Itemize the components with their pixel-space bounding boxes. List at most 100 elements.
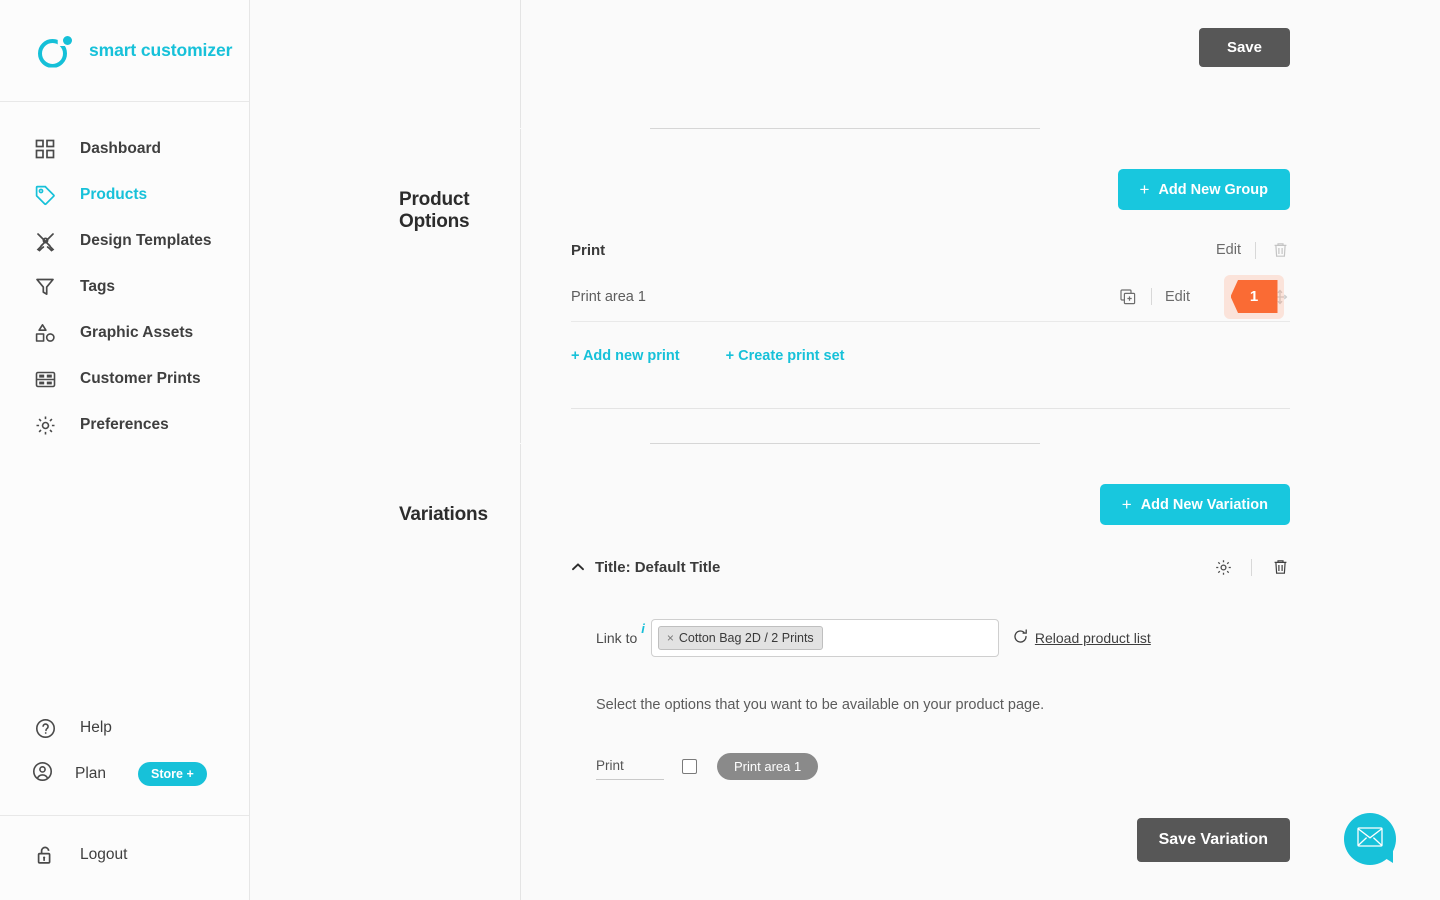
sidebar-footer: Help Plan Store + Logout bbox=[0, 705, 249, 900]
design-tools-icon bbox=[32, 228, 58, 254]
main-content: Save Product Options + Add New Group Pri… bbox=[250, 0, 1440, 900]
save-variation-row: Save Variation bbox=[571, 818, 1290, 862]
save-button[interactable]: Save bbox=[1198, 28, 1290, 67]
remove-tag-icon[interactable]: × bbox=[667, 631, 674, 645]
top-save-strip: Save bbox=[250, 0, 1440, 128]
reload-product-list-link[interactable]: Reload product list bbox=[1013, 629, 1151, 647]
variation-option-group-label: Print bbox=[596, 758, 664, 780]
link-to-row: Link to i × Cotton Bag 2D / 2 Prints Rel… bbox=[571, 619, 1290, 657]
sidebar-item-label: Customer Prints bbox=[80, 370, 201, 387]
plan-label: Plan bbox=[75, 765, 107, 782]
save-variation-button[interactable]: Save Variation bbox=[1136, 818, 1290, 862]
sidebar-item-plan[interactable]: Plan Store + bbox=[0, 751, 249, 797]
sidebar-item-customer-prints[interactable]: Customer Prints bbox=[0, 356, 249, 402]
gear-icon bbox=[32, 412, 58, 438]
edit-group-link[interactable]: Edit bbox=[1216, 242, 1241, 258]
chat-widget-button[interactable] bbox=[1344, 813, 1396, 865]
chevron-up-icon[interactable] bbox=[571, 560, 585, 574]
info-icon[interactable]: i bbox=[641, 621, 645, 636]
app-root: smart customizer Dashboard Products Desi… bbox=[0, 0, 1440, 900]
variation-option-checkbox[interactable] bbox=[682, 759, 697, 774]
product-options-section: Product Options + Add New Group Print Ed… bbox=[250, 129, 1440, 443]
sidebar-item-preferences[interactable]: Preferences bbox=[0, 402, 249, 448]
sidebar-item-label: Tags bbox=[80, 278, 116, 295]
unlock-icon bbox=[32, 842, 58, 868]
variation-header: Title: Default Title bbox=[571, 557, 1290, 577]
print-area-row: Print area 1 Edit 1 bbox=[571, 272, 1290, 322]
print-area-name: Print area 1 bbox=[571, 288, 646, 305]
add-variation-row: + Add New Variation bbox=[571, 444, 1290, 525]
add-new-variation-label: Add New Variation bbox=[1140, 496, 1268, 513]
badge-count: 1 bbox=[1249, 288, 1259, 305]
variation-title: Title: Default Title bbox=[595, 558, 721, 576]
page-title-variations: Variations bbox=[399, 504, 488, 525]
sidebar-item-label: Graphic Assets bbox=[80, 324, 194, 341]
trash-icon[interactable] bbox=[1270, 557, 1290, 577]
create-print-set-link[interactable]: + Create print set bbox=[726, 348, 845, 364]
sidebar-item-help[interactable]: Help bbox=[0, 705, 249, 751]
action-divider bbox=[1255, 241, 1256, 259]
plus-icon: + bbox=[1139, 180, 1150, 199]
trash-icon[interactable] bbox=[1270, 240, 1290, 260]
brand-header[interactable]: smart customizer bbox=[0, 0, 249, 102]
refresh-icon bbox=[1013, 629, 1028, 647]
add-new-group-label: Add New Group bbox=[1158, 181, 1268, 198]
add-group-row: + Add New Group bbox=[571, 129, 1290, 210]
store-upgrade-button[interactable]: Store + bbox=[138, 762, 207, 786]
variation-actions bbox=[1213, 557, 1290, 577]
sidebar-item-products[interactable]: Products bbox=[0, 172, 249, 218]
product-tag-label: Cotton Bag 2D / 2 Prints bbox=[678, 631, 814, 645]
print-links-row: + Add new print + Create print set bbox=[571, 322, 1290, 404]
user-circle-icon bbox=[32, 761, 53, 787]
add-new-print-link[interactable]: + Add new print bbox=[571, 348, 680, 364]
sidebar-item-graphic-assets[interactable]: Graphic Assets bbox=[0, 310, 249, 356]
product-options-body: + Add New Group Print Edit Print area 1 … bbox=[520, 129, 1440, 443]
badge-shape: 1 bbox=[1230, 280, 1278, 313]
option-group-header: Print Edit bbox=[571, 240, 1290, 272]
sidebar-item-label: Help bbox=[80, 719, 112, 736]
logout-wrap: Logout bbox=[0, 832, 249, 900]
brand-name: smart customizer bbox=[89, 40, 233, 60]
product-tag-chip[interactable]: × Cotton Bag 2D / 2 Prints bbox=[657, 626, 823, 650]
top-strip-right: Save bbox=[520, 0, 1440, 128]
action-divider bbox=[1151, 288, 1152, 305]
variation-option-pill[interactable]: Print area 1 bbox=[717, 753, 819, 780]
sidebar-item-label: Dashboard bbox=[80, 140, 161, 157]
sidebar-divider bbox=[0, 815, 249, 816]
sidebar-item-design-templates[interactable]: Design Templates bbox=[0, 218, 249, 264]
sidebar: smart customizer Dashboard Products Desi… bbox=[0, 0, 250, 900]
sidebar-item-label: Design Templates bbox=[80, 232, 212, 249]
smart-customizer-logo-icon bbox=[36, 31, 76, 71]
sidebar-item-logout[interactable]: Logout bbox=[0, 832, 249, 878]
variations-section: Variations + Add New Variation Title: De… bbox=[250, 444, 1440, 900]
sidebar-item-label: Products bbox=[80, 186, 148, 203]
option-group-name: Print bbox=[571, 241, 606, 259]
top-strip-left-spacer bbox=[250, 0, 520, 128]
variation-option-row: Print Print area 1 bbox=[571, 753, 1290, 780]
prints-icon bbox=[32, 366, 58, 392]
option-group-actions: Edit bbox=[1216, 240, 1290, 260]
add-new-group-button[interactable]: + Add New Group bbox=[1117, 169, 1290, 210]
question-circle-icon bbox=[32, 715, 58, 741]
edit-print-area-link[interactable]: Edit bbox=[1165, 289, 1190, 305]
action-divider bbox=[1251, 558, 1252, 576]
tag-icon bbox=[32, 182, 58, 208]
link-to-label: Link to bbox=[596, 630, 638, 646]
page-title-product-options: Product Options bbox=[399, 189, 470, 232]
product-options-label-col: Product Options bbox=[250, 129, 520, 443]
shapes-icon bbox=[32, 320, 58, 346]
funnel-icon bbox=[32, 274, 58, 300]
sidebar-item-tags[interactable]: Tags bbox=[0, 264, 249, 310]
sidebar-item-label: Preferences bbox=[80, 416, 169, 433]
link-to-product-input[interactable]: × Cotton Bag 2D / 2 Prints bbox=[650, 619, 999, 657]
add-new-variation-button[interactable]: + Add New Variation bbox=[1099, 484, 1290, 525]
sidebar-item-dashboard[interactable]: Dashboard bbox=[0, 126, 249, 172]
variations-body: + Add New Variation Title: Default Title bbox=[520, 444, 1440, 900]
variations-label-col: Variations bbox=[250, 444, 520, 900]
plus-icon: + bbox=[1121, 495, 1132, 514]
sidebar-item-label: Logout bbox=[80, 846, 128, 863]
gear-icon[interactable] bbox=[1213, 557, 1233, 577]
status-badge: 1 bbox=[1224, 274, 1284, 319]
reload-product-list-label: Reload product list bbox=[1034, 630, 1151, 646]
duplicate-icon[interactable] bbox=[1118, 287, 1138, 307]
